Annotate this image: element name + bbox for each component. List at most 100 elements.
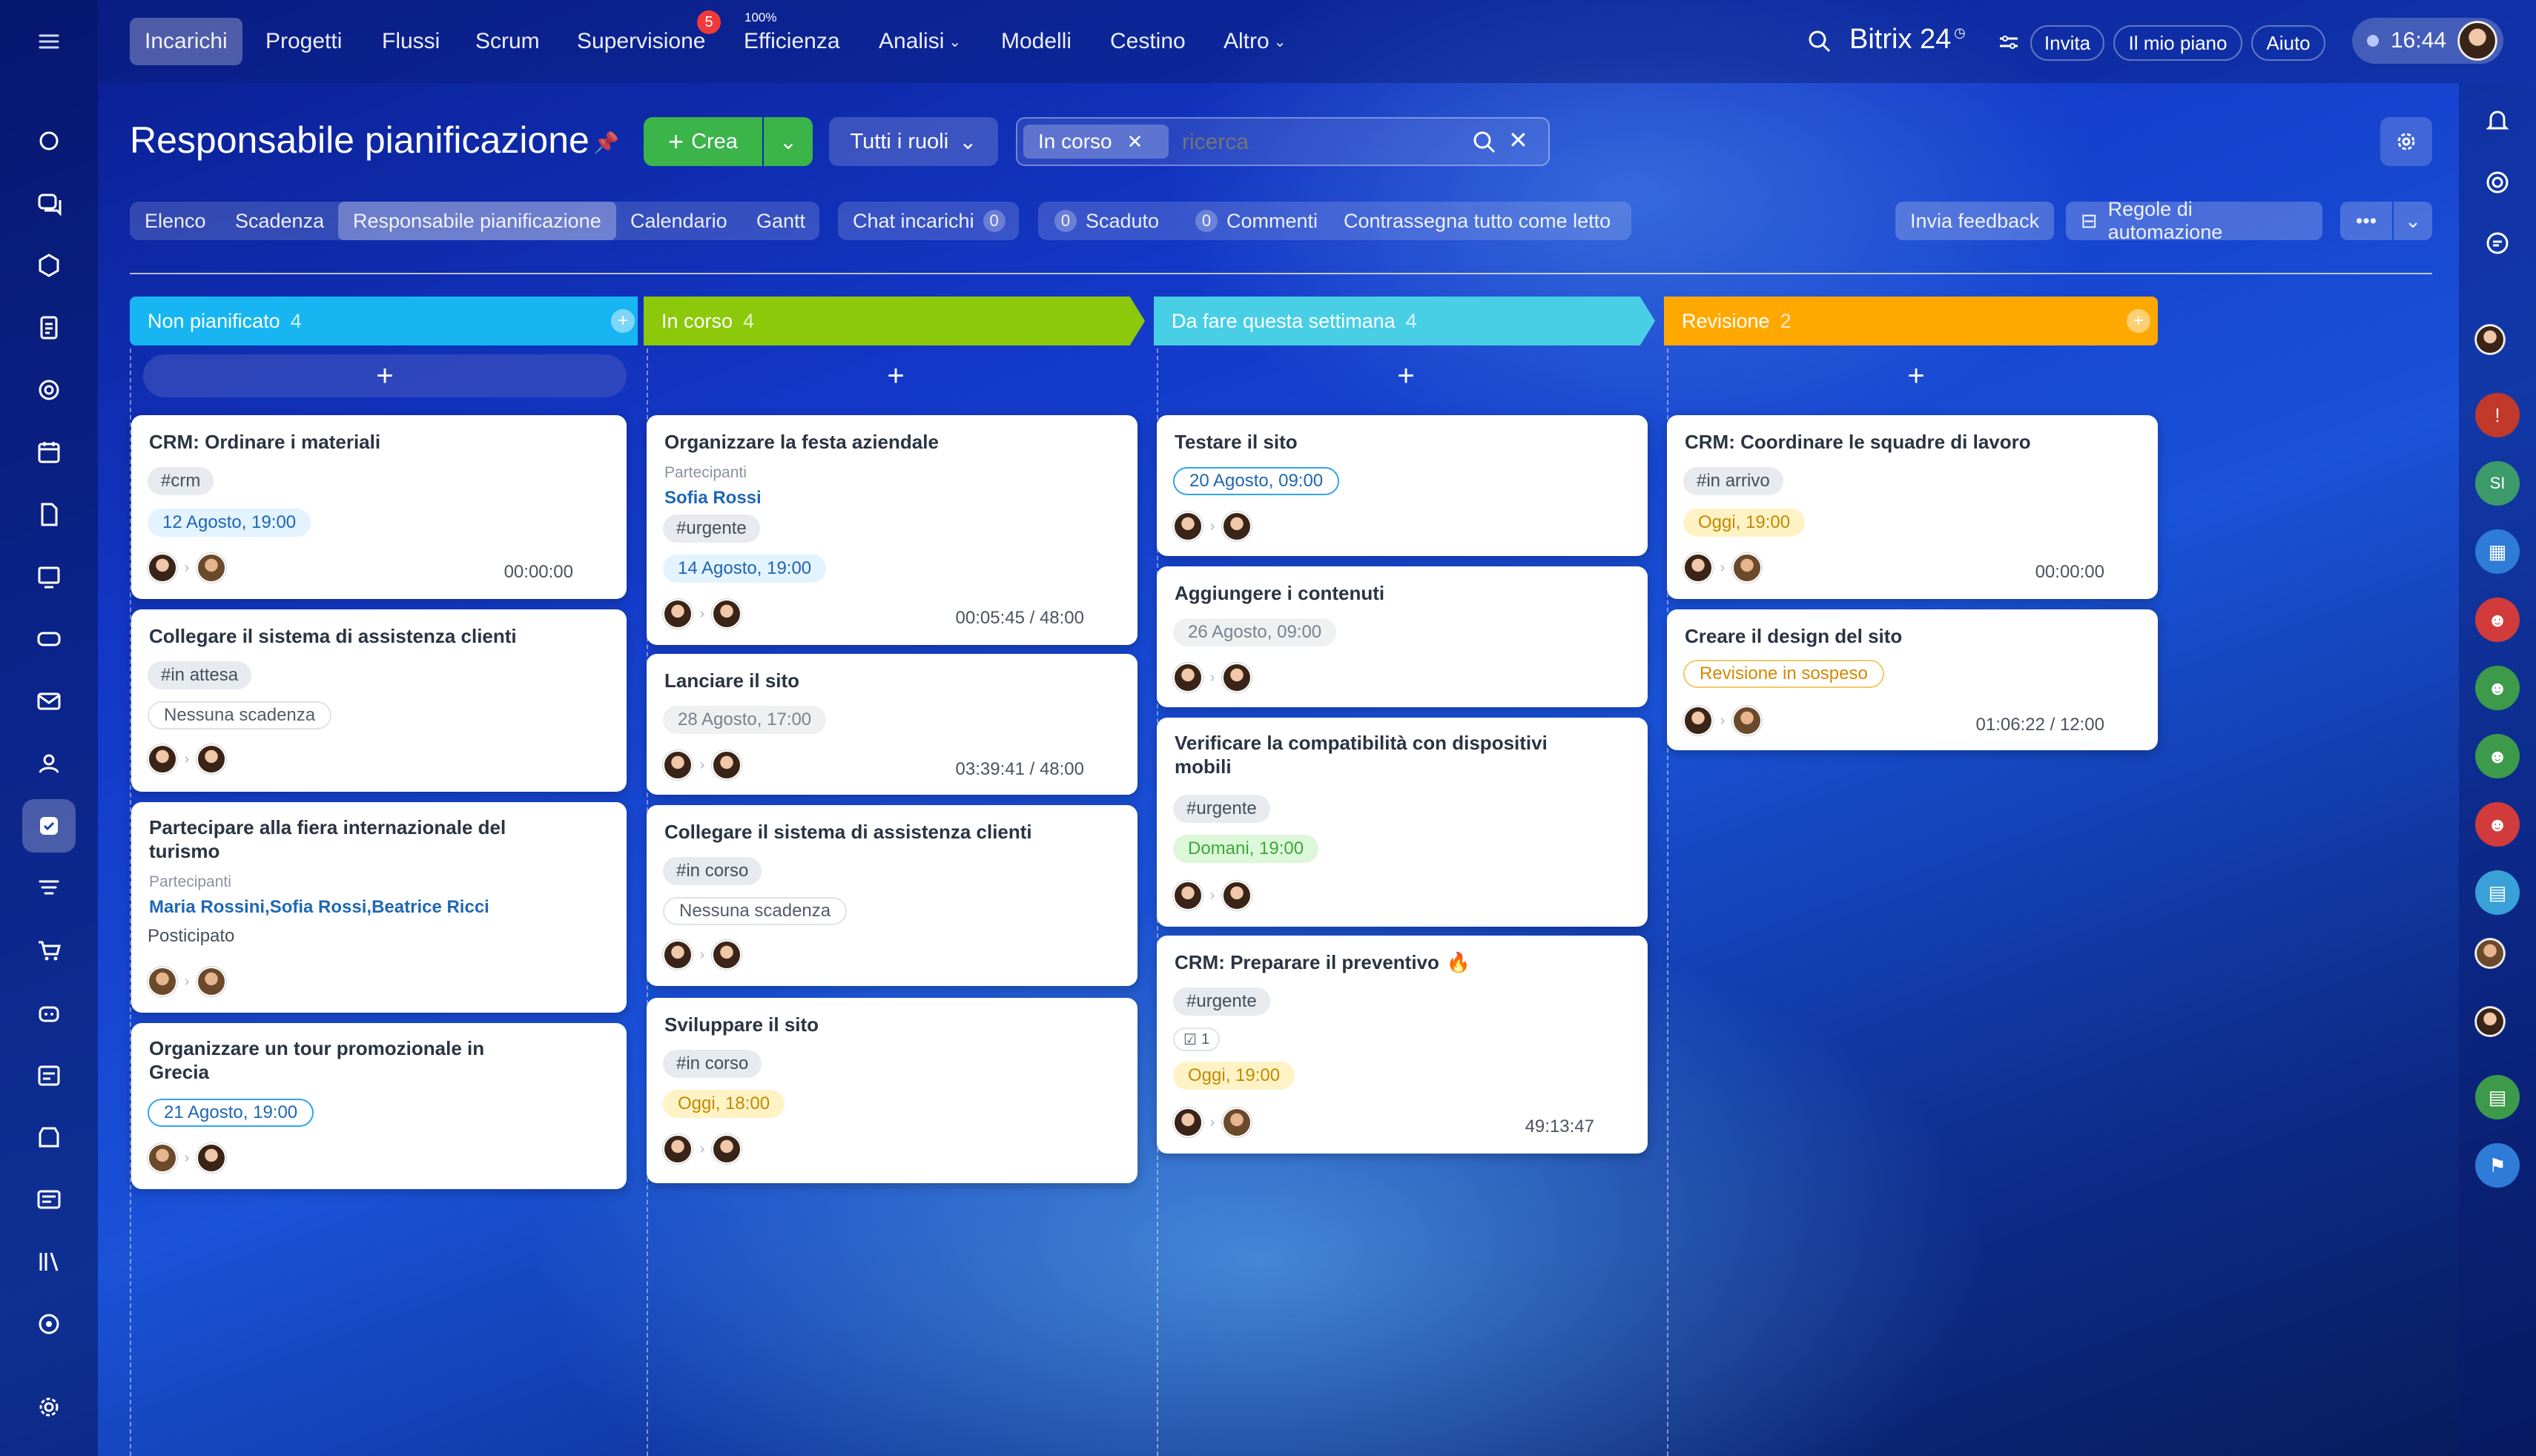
add-task-button[interactable]: + [1164,354,1648,397]
boards-icon[interactable] [22,550,76,603]
task-title[interactable]: CRM: Ordinare i materiali [149,430,380,454]
notes-icon[interactable]: ▤ [2475,1075,2520,1119]
goals-icon[interactable] [22,1297,76,1351]
responsible-avatar[interactable] [197,967,226,996]
filter-search-box[interactable]: In corso✕ ✕ [1016,117,1550,166]
brand-logo[interactable]: Bitrix 24 [1849,24,1951,56]
invite-button[interactable]: Invita [2030,25,2104,61]
group-chat-icon[interactable]: ☻ [2475,666,2520,710]
search-icon[interactable] [1806,28,1833,59]
column-header-in-progress[interactable]: In corso 4 [644,297,1145,345]
creator-avatar[interactable] [1173,512,1203,541]
creator-avatar[interactable] [1173,663,1203,692]
tab-planner[interactable]: Responsabile pianificazione [338,202,616,240]
nav-trash[interactable]: Cestino [1110,18,1186,65]
nav-flows[interactable]: Flussi [382,18,440,65]
deadline-chip[interactable]: 12 Agosto, 19:00 [148,509,311,537]
knowledge-icon[interactable] [22,1235,76,1288]
creator-avatar[interactable] [148,553,177,583]
tab-list[interactable]: Elenco [130,202,221,240]
deadline-chip[interactable]: 28 Agosto, 17:00 [663,706,827,734]
time-widget[interactable]: 16:44 [2352,18,2503,64]
responsible-avatar[interactable] [1222,881,1252,910]
task-card[interactable]: Organizzare la festa aziendale Partecipa… [647,415,1137,645]
help-button[interactable]: Aiuto [2251,25,2325,61]
task-title[interactable]: CRM: Coordinare le squadre di lavoro [1685,430,2031,454]
mark-all-read-button[interactable]: Contrassegna tutto come letto [1329,202,1625,240]
chat-icon[interactable] [22,176,76,230]
comments-filter[interactable]: 0 Commenti [1181,202,1333,240]
task-card[interactable]: Organizzare un tour promozionale in Grec… [131,1023,627,1189]
task-title[interactable]: Verificare la compatibilità con disposit… [1175,731,1548,755]
deadline-chip[interactable]: 20 Agosto, 09:00 [1173,467,1340,495]
responsible-avatar[interactable] [197,1143,226,1173]
more-dropdown-button[interactable]: ⌄ [2394,202,2432,240]
search-icon[interactable] [1471,129,1498,159]
creator-avatar[interactable] [663,599,693,629]
deadline-chip[interactable]: 26 Agosto, 09:00 [1173,618,1337,646]
add-task-button[interactable]: + [143,354,627,397]
add-task-button[interactable]: + [1674,354,2158,397]
settings-gear-icon[interactable] [2380,117,2432,166]
task-title-line2[interactable]: Grecia [149,1060,209,1085]
task-card[interactable]: CRM: Preparare il preventivo 🔥 #urgente ☑… [1157,936,1648,1154]
group-chat-icon[interactable]: ☻ [2475,734,2520,778]
creator-avatar[interactable] [1173,881,1203,910]
task-tag[interactable]: #in corso [663,857,762,885]
task-card[interactable]: Aggiungere i contenuti 26 Agosto, 09:00 … [1157,566,1648,707]
group-chat-icon[interactable]: ☻ [2475,802,2520,847]
task-tag[interactable]: #in attesa [148,661,252,689]
responsible-avatar[interactable] [1732,553,1762,583]
sliders-icon[interactable] [1998,33,2020,56]
tab-calendar[interactable]: Calendario [615,202,742,240]
group-chat-icon[interactable]: ☻ [2475,598,2520,642]
nav-projects[interactable]: Progetti [265,18,342,65]
bell-icon[interactable] [2475,98,2520,142]
roles-dropdown[interactable]: Tutti i ruoli ⌄ [829,117,998,166]
search-input[interactable] [1182,126,1434,159]
column-header-unplanned[interactable]: Non pianificato 4 [130,297,638,345]
bookmark-icon[interactable]: ⚑ [2475,1143,2520,1188]
responsible-avatar[interactable] [712,599,742,629]
automation-icon[interactable] [22,861,76,915]
task-title[interactable]: Organizzare un tour promozionale in [149,1036,484,1061]
task-title[interactable]: Collegare il sistema di assistenza clien… [664,820,1032,844]
task-card[interactable]: Collegare il sistema di assistenza clien… [131,609,627,792]
crm-icon[interactable] [22,612,76,666]
nav-templates[interactable]: Modelli [1001,18,1071,65]
robot-icon[interactable] [22,986,76,1039]
participants-names[interactable]: Sofia Rossi [664,488,762,509]
automation-rules-button[interactable]: ⊟ Regole di automazione [2066,198,2322,243]
creator-avatar[interactable] [148,967,177,996]
responsible-avatar[interactable] [1222,663,1252,692]
planner-icon[interactable] [22,1048,76,1102]
task-chat-button[interactable]: Chat incarichi 0 [838,202,1020,240]
creator-avatar[interactable] [1173,1108,1203,1137]
responsible-avatar[interactable] [197,553,226,583]
user-avatar[interactable] [2458,21,2497,60]
checklist-counter[interactable]: ☑ 1 [1173,1028,1221,1051]
task-title[interactable]: Lanciare il sito [664,669,799,693]
nav-more[interactable]: Altro ⌄ [1224,18,1286,65]
calendar-chat-icon[interactable]: ▦ [2475,529,2520,574]
creator-avatar[interactable] [663,750,693,780]
task-tag[interactable]: #urgente [1173,987,1270,1016]
feedback-button[interactable]: Invia feedback [1895,202,2055,240]
nav-analytics[interactable]: Analisi ⌄ [879,18,961,65]
create-dropdown-button[interactable]: ⌄ [764,117,813,166]
deadline-chip[interactable]: Nessuna scadenza [663,897,848,925]
task-tag[interactable]: #urgente [663,514,760,543]
feed-icon[interactable] [22,114,76,168]
menu-icon[interactable] [22,15,76,68]
task-title[interactable]: Partecipare alla fiera internazionale de… [149,815,506,840]
deadline-chip[interactable]: Oggi, 18:00 [663,1090,785,1118]
task-card[interactable]: Sviluppare il sito #in corso Oggi, 18:00… [647,998,1137,1183]
column-header-this-week[interactable]: Da fare questa settimana 4 [1154,297,1655,345]
overdue-filter[interactable]: 0 Scaduto [1040,202,1174,240]
task-tag[interactable]: #crm [148,467,214,495]
creator-avatar[interactable] [1683,553,1713,583]
responsible-avatar[interactable] [197,744,226,774]
task-card[interactable]: Verificare la compatibilità con disposit… [1157,718,1648,927]
deadline-chip[interactable]: Oggi, 19:00 [1173,1062,1295,1090]
responsible-avatar[interactable] [712,750,742,780]
